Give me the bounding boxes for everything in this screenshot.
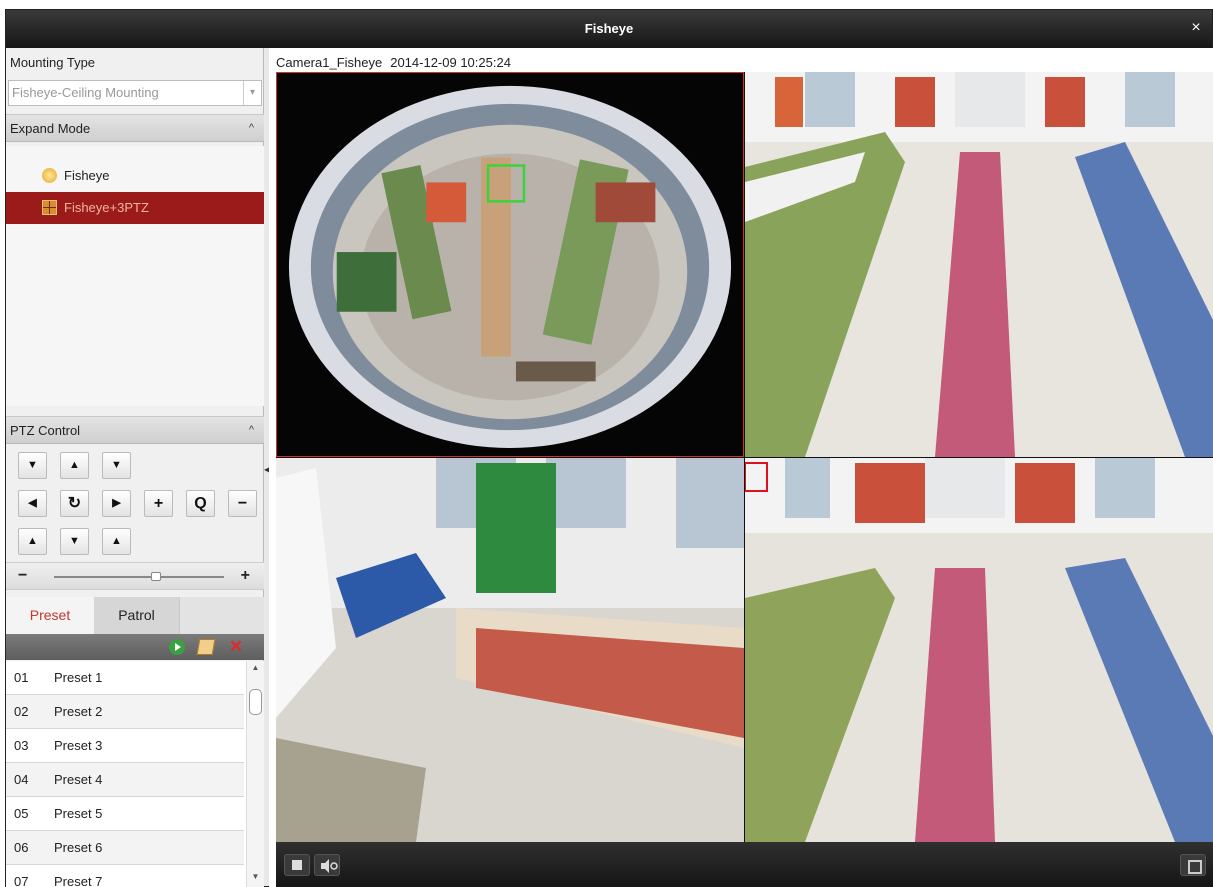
fisheye-view[interactable] [276, 72, 744, 457]
scroll-up-icon[interactable]: ▲ [247, 663, 264, 677]
list-item[interactable]: 06 Preset 6 [6, 831, 244, 865]
preset-number: 05 [14, 806, 29, 821]
preset-name: Preset 6 [54, 840, 103, 855]
mounting-type-value: Fisheye-Ceiling Mounting [12, 85, 159, 100]
video-grid [276, 72, 1213, 842]
ptz-down-right-button[interactable]: ▲ [102, 528, 131, 555]
preset-name: Preset 5 [54, 806, 103, 821]
camera-name: Camera1_Fisheye [276, 55, 383, 70]
tab-patrol[interactable]: Patrol [94, 597, 180, 634]
mode-item-fisheye-3ptz[interactable]: Fisheye+3PTZ [6, 192, 264, 224]
preset-patrol-tabs: Preset Patrol [6, 597, 264, 634]
mounting-type-select[interactable]: Fisheye-Ceiling Mounting ▾ [8, 80, 262, 106]
ptz-control-header[interactable]: PTZ Control ^ [6, 416, 264, 444]
list-item[interactable]: 07 Preset 7 [6, 865, 244, 887]
ptz-view-1[interactable] [745, 72, 1213, 457]
chevron-down-icon[interactable]: ▾ [243, 81, 261, 105]
zoom-in-button[interactable]: + [144, 490, 173, 517]
ptz-view-3[interactable] [745, 458, 1213, 842]
window-title: Fisheye [584, 21, 634, 36]
scroll-down-icon[interactable]: ▼ [247, 872, 264, 886]
ptz-down-left-button[interactable]: ▲ [18, 528, 47, 555]
ptz-view-1-image [745, 72, 1213, 457]
ptz-down-button[interactable]: ▼ [60, 528, 89, 555]
ptz-left-button[interactable]: ◀ [18, 490, 47, 517]
left-panel: Mounting Type Fisheye-Ceiling Mounting ▾… [6, 48, 264, 887]
list-item[interactable]: 03 Preset 3 [6, 729, 244, 763]
preset-name: Preset 2 [54, 704, 103, 719]
speed-minus-icon[interactable]: − [18, 567, 27, 585]
preset-name: Preset 3 [54, 738, 103, 753]
mode-label: Fisheye+3PTZ [64, 200, 149, 215]
list-item[interactable]: 01 Preset 1 [6, 661, 244, 695]
edit-preset-icon[interactable] [196, 639, 216, 655]
audio-icon[interactable] [314, 854, 340, 876]
chevron-up-icon[interactable]: ^ [249, 417, 254, 444]
preset-toolbar: ✕ [6, 634, 264, 660]
speed-slider-track[interactable] [54, 576, 224, 578]
preset-name: Preset 7 [54, 874, 103, 887]
expand-mode-list: Fisheye Fisheye+3PTZ [6, 146, 264, 406]
zoom-out-button[interactable]: − [228, 490, 257, 517]
ptz-right-button[interactable]: ▶ [102, 490, 131, 517]
delete-preset-icon[interactable]: ✕ [228, 638, 244, 655]
zoom-search-button[interactable]: Q [186, 490, 215, 517]
title-bar: Fisheye × [6, 10, 1212, 48]
mounting-type-label: Mounting Type [10, 55, 96, 70]
speaker-icon [321, 859, 338, 873]
preset-number: 02 [14, 704, 29, 719]
fisheye-window: Fisheye × Mounting Type Fisheye-Ceiling … [5, 9, 1213, 887]
preset-list: 01 Preset 1 02 Preset 2 03 Preset 3 04 P… [6, 661, 264, 887]
ptz-view-2-image [276, 458, 744, 842]
ptz-pad: ▼ ▲ ▼ ◀ ↻ ▶ + Q − ▲ ▼ ▲ [6, 448, 264, 560]
speed-plus-icon[interactable]: + [241, 567, 250, 585]
preset-name: Preset 4 [54, 772, 103, 787]
list-item[interactable]: 02 Preset 2 [6, 695, 244, 729]
camera-label: Camera1_Fisheye 2014-12-09 10:25:24 [276, 55, 511, 70]
speed-slider-thumb[interactable] [151, 572, 161, 581]
ptz-up-left-button[interactable]: ▼ [18, 452, 47, 479]
expand-mode-header[interactable]: Expand Mode ^ [6, 114, 264, 142]
scroll-thumb[interactable] [249, 689, 262, 715]
preset-name: Preset 1 [54, 670, 103, 685]
call-preset-play-icon[interactable] [169, 639, 185, 655]
grid-icon [42, 200, 57, 215]
list-item[interactable]: 04 Preset 4 [6, 763, 244, 797]
ptz-view-3-image [745, 458, 1213, 842]
list-item[interactable]: 05 Preset 5 [6, 797, 244, 831]
preset-scrollbar[interactable]: ▲ ▼ [246, 661, 264, 887]
tab-preset[interactable]: Preset [6, 597, 94, 634]
stop-icon[interactable] [284, 854, 310, 876]
expand-mode-label: Expand Mode [10, 121, 91, 136]
preset-number: 04 [14, 772, 29, 787]
mode-label: Fisheye [64, 168, 110, 183]
speed-slider-row: − + [6, 562, 264, 590]
mode-item-fisheye[interactable]: Fisheye [6, 160, 264, 192]
fisheye-image [277, 73, 743, 456]
close-icon[interactable]: × [1188, 20, 1204, 36]
preset-number: 01 [14, 670, 29, 685]
chevron-up-icon[interactable]: ^ [249, 115, 254, 142]
ptz-up-button[interactable]: ▲ [60, 452, 89, 479]
preset-number: 07 [14, 874, 29, 887]
playback-toolbar [276, 842, 1213, 887]
camera-timestamp: 2014-12-09 10:25:24 [390, 55, 511, 70]
ptz-control-label: PTZ Control [10, 423, 81, 438]
fisheye-icon [42, 168, 57, 183]
preset-number: 03 [14, 738, 29, 753]
fullscreen-icon[interactable] [1180, 854, 1206, 876]
ptz-auto-scan-button[interactable]: ↻ [60, 490, 89, 517]
ptz-up-right-button[interactable]: ▼ [102, 452, 131, 479]
video-panel: Camera1_Fisheye 2014-12-09 10:25:24 [269, 48, 1213, 887]
ptz-view-2[interactable] [276, 458, 744, 842]
preset-number: 06 [14, 840, 29, 855]
